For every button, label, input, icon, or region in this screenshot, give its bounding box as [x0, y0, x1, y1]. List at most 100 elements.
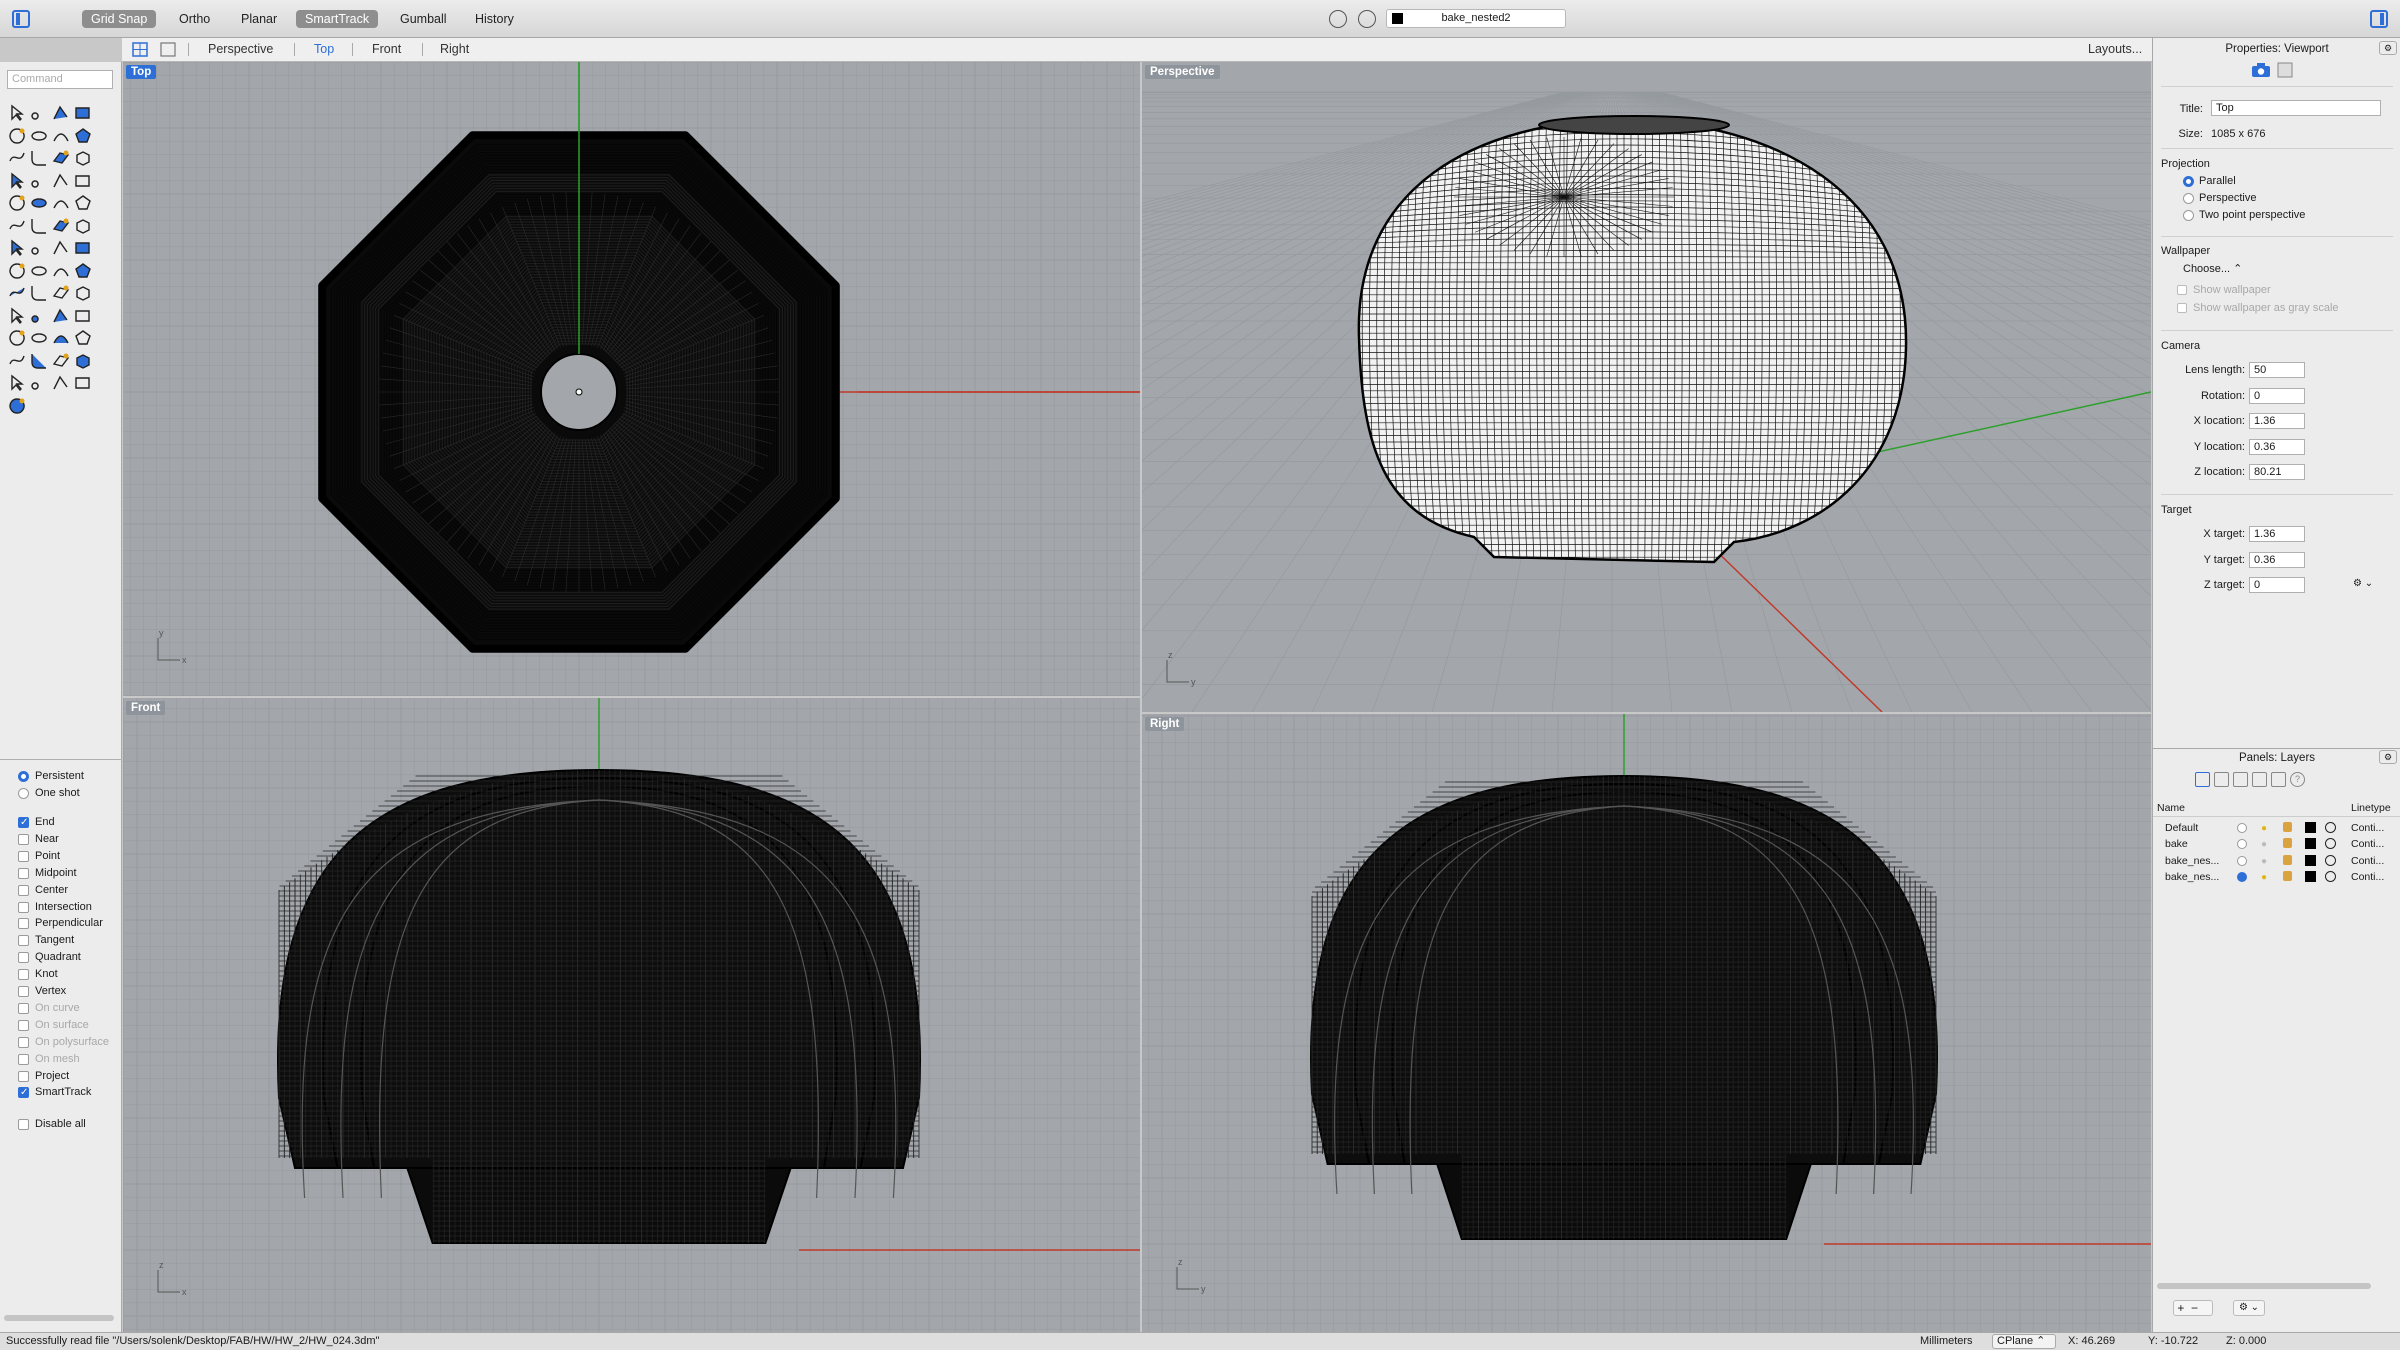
polyline-icon[interactable]: [50, 102, 72, 124]
align-icon[interactable]: [28, 260, 50, 282]
select-icon[interactable]: [6, 102, 28, 124]
current-layer-field[interactable]: bake_nested2: [1386, 9, 1566, 28]
snap-icon[interactable]: [72, 260, 94, 282]
viewport-title-front[interactable]: Front: [126, 701, 166, 715]
circle-icon[interactable]: [6, 125, 28, 147]
material-icon[interactable]: [2325, 854, 2336, 866]
sphere-icon[interactable]: [28, 170, 50, 192]
layer-color-swatch[interactable]: [2305, 854, 2316, 866]
lock-icon[interactable]: [2283, 854, 2292, 865]
pan-icon[interactable]: [28, 305, 50, 327]
arc-icon[interactable]: [50, 125, 72, 147]
surface-icon[interactable]: [50, 147, 72, 169]
layer-row[interactable]: bake_nes... ● Conti...: [2153, 853, 2400, 869]
properties-gear-icon[interactable]: ⚙: [2379, 41, 2397, 55]
target-field-2[interactable]: 0: [2249, 577, 2305, 593]
rectangle-icon[interactable]: [72, 102, 94, 124]
document-icon[interactable]: [2252, 772, 2267, 787]
zoom-extents-icon[interactable]: [50, 305, 72, 327]
layer-linetype[interactable]: Conti...: [2351, 853, 2384, 869]
measure-icon[interactable]: [50, 282, 72, 304]
material-ball-icon[interactable]: [1358, 10, 1376, 28]
material-icon[interactable]: [2325, 870, 2336, 882]
material-icon[interactable]: [2325, 822, 2336, 833]
layers-scrollbar[interactable]: [2157, 1283, 2371, 1289]
layer-row[interactable]: bake ● Conti...: [2153, 836, 2400, 852]
panel-toggle-icon[interactable]: [2370, 10, 2388, 28]
current-layer-radio[interactable]: [2237, 871, 2247, 882]
light-bulb-icon[interactable]: ●: [2261, 870, 2271, 883]
monitor-icon[interactable]: [2271, 772, 2286, 787]
single-view-icon[interactable]: [160, 42, 176, 57]
lock-icon[interactable]: [2283, 822, 2292, 832]
text-icon[interactable]: [50, 215, 72, 237]
viewport-title-field[interactable]: Top: [2211, 100, 2381, 116]
lock-icon[interactable]: [2283, 870, 2292, 881]
color-wheel-icon[interactable]: [72, 350, 94, 372]
viewport-perspective[interactable]: zy Perspective: [1142, 62, 2151, 712]
pipe-icon[interactable]: [72, 170, 94, 192]
grid-snap-toggle[interactable]: Grid Snap: [82, 10, 157, 28]
render-icon[interactable]: [6, 327, 28, 349]
current-layer-radio[interactable]: [2237, 839, 2247, 850]
viewport-top[interactable]: y x Top: [123, 62, 1140, 696]
help-icon[interactable]: ?: [2290, 772, 2305, 787]
layer-color-swatch[interactable]: [2305, 822, 2316, 833]
viewport-title-perspective[interactable]: Perspective: [1145, 65, 1220, 79]
layouts-button[interactable]: Layouts...: [2088, 42, 2142, 56]
gumball-toggle[interactable]: Gumball: [391, 10, 456, 28]
curve-icon[interactable]: [6, 147, 28, 169]
layers-icon[interactable]: [2195, 772, 2210, 787]
viewport-right[interactable]: z y Right: [1142, 714, 2151, 1332]
extrude-icon[interactable]: [72, 147, 94, 169]
display-icon[interactable]: [2277, 62, 2293, 78]
tab-top[interactable]: Top: [314, 42, 334, 56]
rotate-icon[interactable]: [28, 237, 50, 259]
settings-icon[interactable]: [28, 372, 50, 394]
current-layer-radio[interactable]: [2237, 823, 2247, 833]
cylinder-icon[interactable]: [50, 170, 72, 192]
layer-linetype[interactable]: Conti...: [2351, 820, 2384, 836]
history-toggle[interactable]: History: [466, 10, 523, 28]
tab-right[interactable]: Right: [440, 42, 469, 56]
ellipse-icon[interactable]: [28, 125, 50, 147]
dimension-icon[interactable]: [72, 215, 94, 237]
four-view-icon[interactable]: [132, 42, 148, 57]
box-icon[interactable]: [6, 170, 28, 192]
lights-icon[interactable]: [28, 327, 50, 349]
ortho-toggle[interactable]: Ortho: [170, 10, 219, 28]
light-bulb-icon[interactable]: [6, 350, 28, 372]
target-gear-icon[interactable]: ⚙ ⌄: [2353, 578, 2373, 589]
units-label[interactable]: Millimeters: [1920, 1333, 1973, 1350]
target-field-1[interactable]: 0.36: [2249, 551, 2305, 568]
point-icon[interactable]: [28, 102, 50, 124]
explode-icon[interactable]: [6, 215, 28, 237]
analyze-icon[interactable]: [6, 282, 28, 304]
polygon-icon[interactable]: [72, 125, 94, 147]
wallpaper-choose-select[interactable]: Choose... ⌃: [2183, 262, 2242, 275]
undo-view-icon[interactable]: [1329, 10, 1347, 28]
gumball-tool-icon[interactable]: [6, 395, 28, 417]
group-icon[interactable]: [28, 215, 50, 237]
environment-icon[interactable]: [72, 327, 94, 349]
trim-icon[interactable]: [50, 192, 72, 214]
named-view-icon[interactable]: [72, 305, 94, 327]
page-icon[interactable]: [2214, 772, 2229, 787]
lock-icon[interactable]: [28, 350, 50, 372]
light-bulb-icon[interactable]: ●: [2261, 854, 2271, 867]
layer-row[interactable]: Default ● Conti...: [2153, 820, 2400, 836]
check-icon[interactable]: [28, 282, 50, 304]
layer-options-icon[interactable]: ⚙ ⌄: [2233, 1300, 2265, 1316]
layer-color-swatch[interactable]: [2305, 870, 2316, 882]
layer-color-swatch[interactable]: [2305, 838, 2316, 850]
layers-gear-icon[interactable]: ⚙: [2379, 750, 2397, 764]
zoom-icon[interactable]: [6, 305, 28, 327]
cube-icon[interactable]: [2233, 772, 2248, 787]
layer-linetype[interactable]: Conti...: [2351, 869, 2384, 885]
brush-icon[interactable]: [72, 372, 94, 394]
material-icon[interactable]: [2325, 838, 2336, 850]
camera-field-4[interactable]: 80.21: [2249, 464, 2305, 480]
layer-linetype[interactable]: Conti...: [2351, 836, 2384, 852]
camera-tool-icon[interactable]: [50, 350, 72, 372]
target-field-0[interactable]: 1.36: [2249, 526, 2305, 542]
